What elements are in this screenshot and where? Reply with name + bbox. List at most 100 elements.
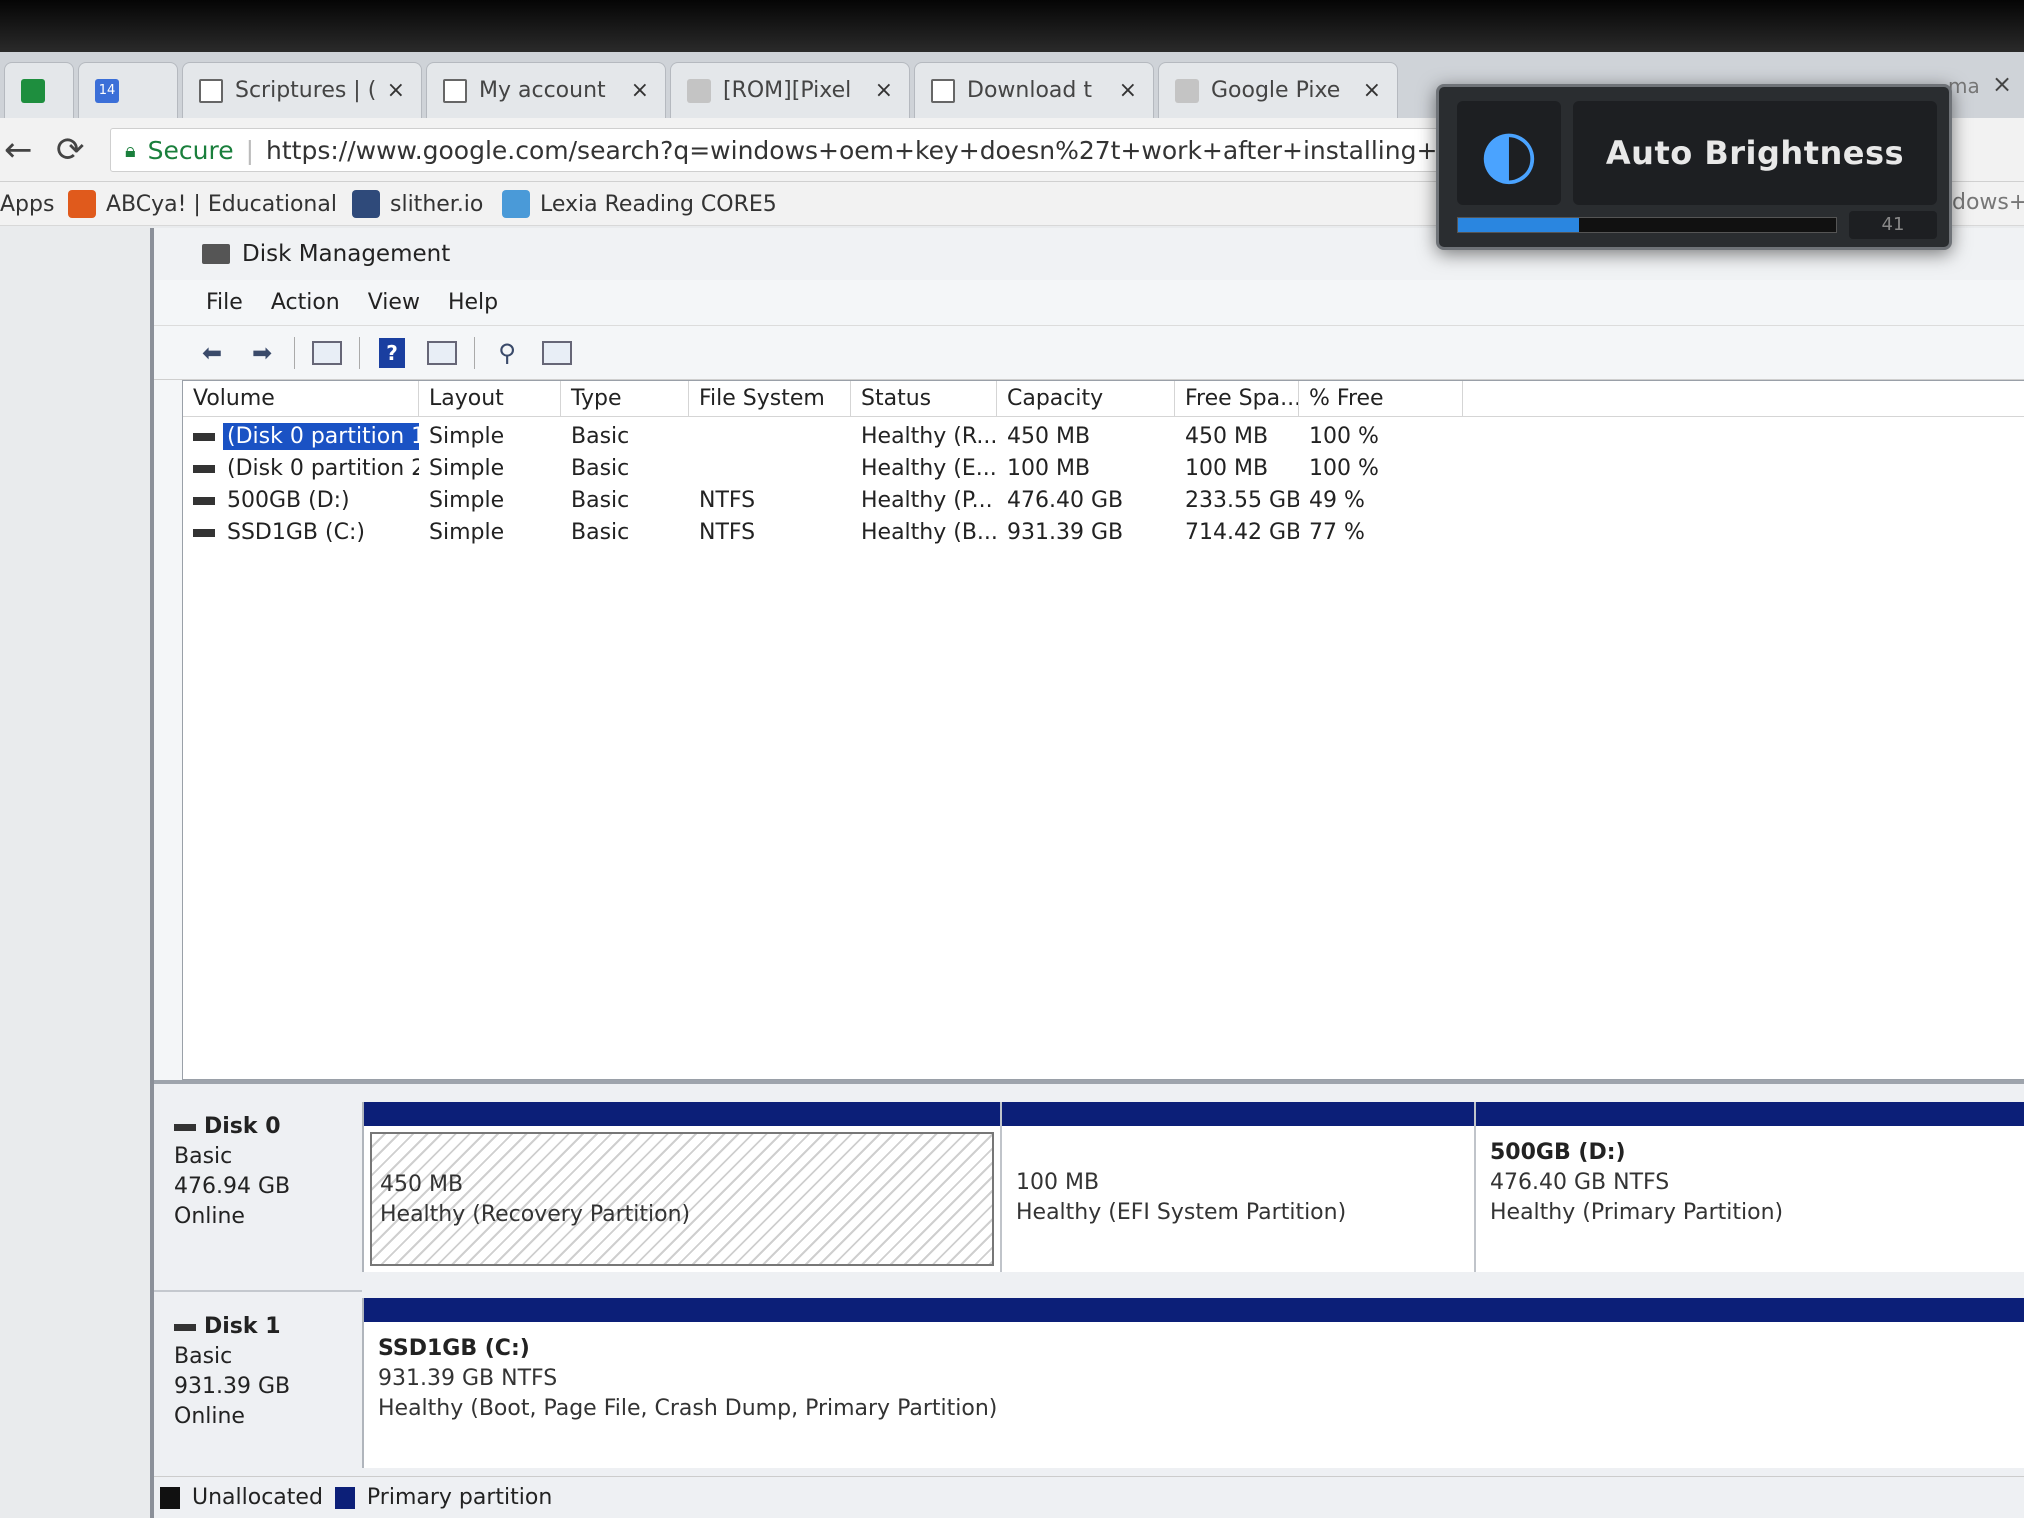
menu-action[interactable]: Action [271, 290, 340, 315]
auto-brightness-overlay: ◐ Auto Brightness 41 [1436, 84, 1952, 250]
volume-name: SSD1GB (C:) [227, 520, 365, 545]
brightness-slider[interactable] [1457, 217, 1837, 233]
partition-d-drive[interactable]: 500GB (D:) 476.40 GB NTFS Healthy (Prima… [1476, 1102, 2024, 1272]
tab-calendar[interactable]: 14 [78, 62, 178, 118]
partition-c-drive[interactable]: SSD1GB (C:) 931.39 GB NTFS Healthy (Boot… [364, 1298, 2024, 1468]
volume-type: Basic [571, 456, 630, 481]
tab-rom-pixel[interactable]: [ROM][Pixel × [670, 62, 910, 118]
disk-1-partitions: SSD1GB (C:) 931.39 GB NTFS Healthy (Boot… [362, 1298, 2024, 1468]
volume-name: (Disk 0 partition 1) [223, 423, 419, 450]
volume-file-system [689, 453, 851, 485]
url-text[interactable]: https://www.google.com/search?q=windows+… [266, 136, 1449, 165]
list-header: Volume Layout Type File System Status Ca… [183, 381, 2024, 417]
disk-management-icon [202, 244, 230, 264]
volume-status: Healthy (E... [861, 456, 997, 481]
menu-help[interactable]: Help [448, 290, 498, 315]
properties-icon[interactable] [424, 336, 460, 370]
bookmark-slither[interactable]: slither.io [352, 188, 483, 220]
partition-efi[interactable]: 100 MB Healthy (EFI System Partition) [1002, 1102, 1476, 1272]
bookmark-apps[interactable]: Apps [0, 188, 54, 220]
settings-panel-icon[interactable] [539, 336, 575, 370]
close-icon[interactable]: × [387, 78, 405, 103]
back-arrow-icon[interactable]: ← [4, 130, 33, 170]
abcya-icon [68, 190, 96, 218]
disk-state: Online [174, 1204, 245, 1229]
forward-arrow-icon[interactable]: ➡ [244, 336, 280, 370]
document-icon [931, 78, 955, 103]
tab-title: Scriptures | ( [235, 78, 375, 103]
brightness-value: 41 [1849, 211, 1937, 239]
disk-state: Online [174, 1404, 245, 1429]
obscured-page-text: dows+ [1952, 190, 2024, 215]
tab-google-pixel[interactable]: Google Pixe × [1158, 62, 1398, 118]
column-header-capacity[interactable]: Capacity [997, 381, 1175, 417]
menu-view[interactable]: View [368, 290, 420, 315]
column-header-status[interactable]: Status [851, 381, 997, 417]
volume-layout: Simple [429, 456, 505, 481]
disk-0-partitions: 450 MB Healthy (Recovery Partition) 100 … [362, 1102, 2024, 1272]
column-header-layout[interactable]: Layout [419, 381, 561, 417]
tab-my-account[interactable]: My account × [426, 62, 666, 118]
address-bar[interactable]: 🔒︎ Secure | https://www.google.com/searc… [110, 128, 1450, 172]
disk-type: Basic [174, 1144, 233, 1169]
tab-sheets[interactable] [4, 62, 74, 118]
close-icon[interactable]: × [875, 78, 893, 103]
document-icon [443, 78, 467, 103]
disk-size: 931.39 GB [174, 1374, 291, 1399]
volume-row[interactable]: 500GB (D:) Simple Basic NTFS Healthy (P.… [183, 485, 2024, 517]
graphical-disk-view: Disk 0 Basic 476.94 GB Online 450 MB Hea… [154, 1080, 2024, 1480]
volume-status: Healthy (P... [861, 488, 993, 513]
primary-partition-bar [1476, 1102, 2024, 1126]
bookmark-abcya[interactable]: ABCya! | Educational [68, 188, 337, 220]
lock-icon: 🔒︎ [125, 138, 136, 162]
volume-row[interactable]: (Disk 0 partition 2) Simple Basic Health… [183, 453, 2024, 485]
close-icon[interactable]: × [1119, 78, 1137, 103]
close-icon[interactable]: × [1363, 78, 1381, 103]
column-header-file-system[interactable]: File System [689, 381, 851, 417]
volume-percent-free: 49 % [1309, 488, 1365, 513]
disk-management-window: Disk Management File Action View Help ⬅ … [150, 228, 2024, 1518]
volume-row[interactable]: (Disk 0 partition 1) Simple Basic Health… [183, 421, 2024, 453]
volume-icon [193, 497, 215, 505]
connect-icon[interactable]: ⚲ [489, 336, 525, 370]
obscured-tab-text: ma [1948, 74, 1980, 98]
slither-icon [352, 190, 380, 218]
volume-percent-free: 100 % [1309, 424, 1379, 449]
back-arrow-icon[interactable]: ⬅ [194, 336, 230, 370]
volume-row[interactable]: SSD1GB (C:) Simple Basic NTFS Healthy (B… [183, 517, 2024, 549]
tab-scriptures[interactable]: Scriptures | ( × [182, 62, 422, 118]
partition-recovery[interactable]: 450 MB Healthy (Recovery Partition) [364, 1102, 1002, 1272]
disk-0-info[interactable]: Disk 0 Basic 476.94 GB Online [154, 1092, 362, 1282]
partition-body: 100 MB Healthy (EFI System Partition) [1008, 1132, 1468, 1266]
brightness-level-fill [1458, 218, 1579, 232]
bookmark-label: ABCya! | Educational [106, 191, 337, 217]
partition-name: 500GB (D:) [1490, 1140, 1626, 1165]
column-header-type[interactable]: Type [561, 381, 689, 417]
partition-body: 450 MB Healthy (Recovery Partition) [370, 1132, 994, 1266]
tab-title: Google Pixe [1211, 78, 1341, 103]
menu-file[interactable]: File [206, 290, 243, 315]
close-icon[interactable]: × [631, 78, 649, 103]
column-header-percent-free[interactable]: % Free [1299, 381, 1463, 417]
volume-status: Healthy (R... [861, 424, 997, 449]
primary-partition-bar [364, 1298, 2024, 1322]
toolbar-divider [294, 336, 295, 369]
tab-download[interactable]: Download t × [914, 62, 1154, 118]
menu-bar: File Action View Help [154, 280, 2024, 326]
bookmark-lexia[interactable]: Lexia Reading CORE5 [502, 188, 777, 220]
reload-icon[interactable]: ⟳ [56, 130, 85, 170]
partition-size: 450 MB [380, 1172, 464, 1197]
show-hide-console-tree-icon[interactable] [309, 336, 345, 370]
disk-1-info[interactable]: Disk 1 Basic 931.39 GB Online [154, 1290, 362, 1480]
disk-name: Disk 0 [174, 1112, 362, 1142]
partition-status: Healthy (Recovery Partition) [380, 1202, 691, 1227]
divider: | [245, 135, 255, 165]
volume-list: Volume Layout Type File System Status Ca… [182, 380, 2024, 1080]
volume-free-space: 233.55 GB [1185, 488, 1299, 513]
volume-icon [193, 529, 215, 537]
column-header-volume[interactable]: Volume [183, 381, 419, 417]
close-icon[interactable]: × [1992, 70, 2012, 98]
column-header-free-space[interactable]: Free Spa... [1175, 381, 1299, 417]
help-icon[interactable]: ? [374, 336, 410, 370]
disk-name: Disk 1 [174, 1312, 362, 1342]
